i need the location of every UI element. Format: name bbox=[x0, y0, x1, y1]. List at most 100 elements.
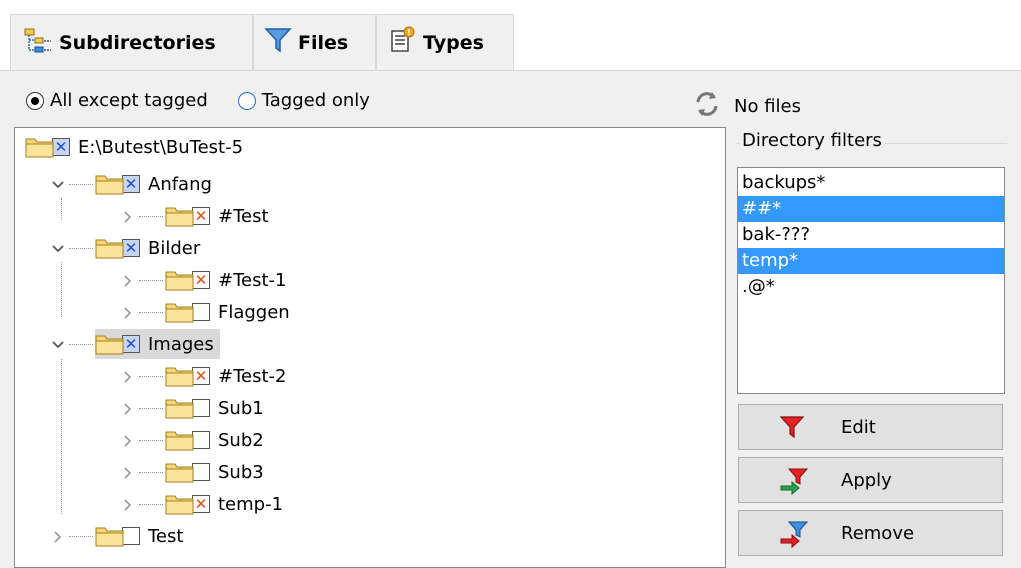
remove-button[interactable]: Remove bbox=[738, 510, 1003, 556]
folder-icon bbox=[95, 236, 125, 260]
chevron-right-icon[interactable] bbox=[121, 273, 135, 287]
chevron-right-icon[interactable] bbox=[121, 433, 135, 447]
tree-item[interactable]: ✕ Anfang bbox=[95, 169, 212, 199]
tree-line bbox=[139, 504, 163, 505]
tree-line bbox=[139, 440, 163, 441]
chevron-right-icon[interactable] bbox=[121, 369, 135, 383]
radio-label: Tagged only bbox=[261, 90, 370, 111]
radio-label: All except tagged bbox=[50, 90, 208, 111]
chevron-right-icon[interactable] bbox=[121, 401, 135, 415]
chevron-right-icon[interactable] bbox=[121, 305, 135, 319]
tree-item[interactable]: ✕ #Test-1 bbox=[165, 265, 286, 295]
chevron-right-icon[interactable] bbox=[121, 497, 135, 511]
status-area: No files bbox=[692, 89, 801, 124]
tab-label: Subdirectories bbox=[59, 32, 216, 54]
filter-mode-group: All except tagged Tagged only bbox=[26, 90, 370, 111]
button-label: Apply bbox=[841, 469, 892, 491]
tab-label: Types bbox=[423, 31, 484, 54]
tree-item[interactable]: ✕ #Test-2 bbox=[165, 361, 286, 391]
chevron-right-icon[interactable] bbox=[121, 465, 135, 479]
tree-item[interactable]: Sub3 bbox=[165, 457, 264, 487]
tree-item[interactable]: Test bbox=[95, 521, 183, 551]
radio-tagged-only[interactable]: Tagged only bbox=[237, 90, 370, 111]
chevron-down-icon[interactable] bbox=[51, 241, 65, 255]
chevron-down-icon[interactable] bbox=[51, 177, 65, 191]
directory-tree[interactable]: ✕ E:\Butest\BuTest-5 ✕ Anfang ✕ #Test ✕ Bilder ✕… bbox=[14, 127, 726, 568]
filter-list-item[interactable]: temp* bbox=[738, 248, 1004, 274]
tab-types[interactable]: ! Types bbox=[376, 14, 514, 70]
tree-item[interactable]: ✕ Bilder bbox=[95, 233, 200, 263]
tree-item[interactable]: ✕ temp-1 bbox=[165, 489, 283, 519]
tree-item-label: Bilder bbox=[148, 237, 201, 259]
tree-line bbox=[69, 536, 93, 537]
button-label: Remove bbox=[841, 522, 915, 544]
tab-files[interactable]: Files bbox=[253, 14, 376, 70]
folder-icon bbox=[165, 268, 195, 292]
apply-button[interactable]: Apply bbox=[738, 457, 1003, 503]
funnel-red-icon bbox=[779, 414, 805, 445]
tree-item-label: Flaggen bbox=[218, 301, 290, 323]
tree-item-label: Images bbox=[148, 333, 214, 355]
tree-line bbox=[69, 344, 93, 345]
folder-icon bbox=[165, 300, 195, 324]
folder-icon bbox=[165, 364, 195, 388]
status-label: No files bbox=[734, 96, 801, 117]
radio-indicator bbox=[237, 91, 256, 110]
tree-line bbox=[139, 280, 163, 281]
tree-line bbox=[61, 359, 62, 514]
funnel-remove-icon bbox=[779, 520, 809, 555]
tree-line bbox=[139, 376, 163, 377]
tree-item-label: #Test bbox=[218, 205, 269, 227]
radio-all-except-tagged[interactable]: All except tagged bbox=[26, 90, 208, 111]
tree-line bbox=[139, 408, 163, 409]
tree-line bbox=[139, 216, 163, 217]
tree-root-item[interactable]: ✕ E:\Butest\BuTest-5 bbox=[25, 132, 243, 162]
tree-line bbox=[139, 472, 163, 473]
document-types-icon: ! bbox=[387, 25, 417, 60]
tree-item[interactable]: Sub1 bbox=[165, 393, 264, 423]
tree-item[interactable]: ✕ #Test bbox=[165, 201, 269, 231]
tab-subdirectories[interactable]: Subdirectories bbox=[10, 14, 253, 71]
tree-item-label: Sub3 bbox=[218, 461, 264, 483]
folder-icon bbox=[165, 204, 195, 228]
tree-item[interactable]: Flaggen bbox=[165, 297, 290, 327]
directory-filters-title: Directory filters bbox=[740, 130, 884, 151]
tree-item-label: Anfang bbox=[148, 173, 212, 195]
funnel-icon bbox=[264, 26, 292, 59]
tree-item-label: Test bbox=[148, 525, 184, 547]
filter-list-item[interactable]: .@* bbox=[738, 274, 1004, 300]
tree-item-label: #Test-1 bbox=[218, 269, 287, 291]
filter-list-item[interactable]: ##* bbox=[738, 196, 1004, 222]
folder-icon bbox=[165, 492, 195, 516]
tree-item-label: temp-1 bbox=[218, 493, 284, 515]
funnel-apply-icon bbox=[779, 467, 809, 502]
tree-line bbox=[69, 248, 93, 249]
tab-panel-border bbox=[0, 70, 1021, 71]
folder-icon bbox=[95, 332, 125, 356]
tree-item-label: E:\Butest\BuTest-5 bbox=[78, 136, 244, 158]
tree-icon bbox=[23, 26, 53, 61]
chevron-right-icon[interactable] bbox=[121, 209, 135, 223]
folder-icon bbox=[25, 135, 55, 159]
tree-item[interactable]: ✕ Images bbox=[95, 329, 220, 359]
chevron-down-icon[interactable] bbox=[51, 337, 65, 351]
tree-line bbox=[139, 312, 163, 313]
filter-list-item[interactable]: bak-??? bbox=[738, 222, 1004, 248]
tree-line bbox=[61, 262, 62, 317]
edit-button[interactable]: Edit bbox=[738, 404, 1003, 450]
button-label: Edit bbox=[841, 416, 876, 438]
folder-icon bbox=[165, 396, 195, 420]
chevron-right-icon[interactable] bbox=[51, 529, 65, 543]
directory-filters-list[interactable]: backups* ##* bak-??? temp* .@* bbox=[737, 167, 1005, 394]
radio-indicator bbox=[26, 91, 44, 110]
folder-icon bbox=[95, 172, 125, 196]
folder-icon bbox=[165, 460, 195, 484]
filter-list-item[interactable]: backups* bbox=[738, 170, 1004, 196]
tab-strip: Subdirectories Files ! Types bbox=[0, 0, 1021, 71]
tree-item-label: #Test-2 bbox=[218, 365, 287, 387]
tree-item[interactable]: Sub2 bbox=[165, 425, 264, 455]
tree-line bbox=[69, 184, 93, 185]
tree-item-label: Sub1 bbox=[218, 397, 264, 419]
tab-label: Files bbox=[298, 31, 349, 54]
refresh-icon[interactable] bbox=[692, 89, 722, 124]
